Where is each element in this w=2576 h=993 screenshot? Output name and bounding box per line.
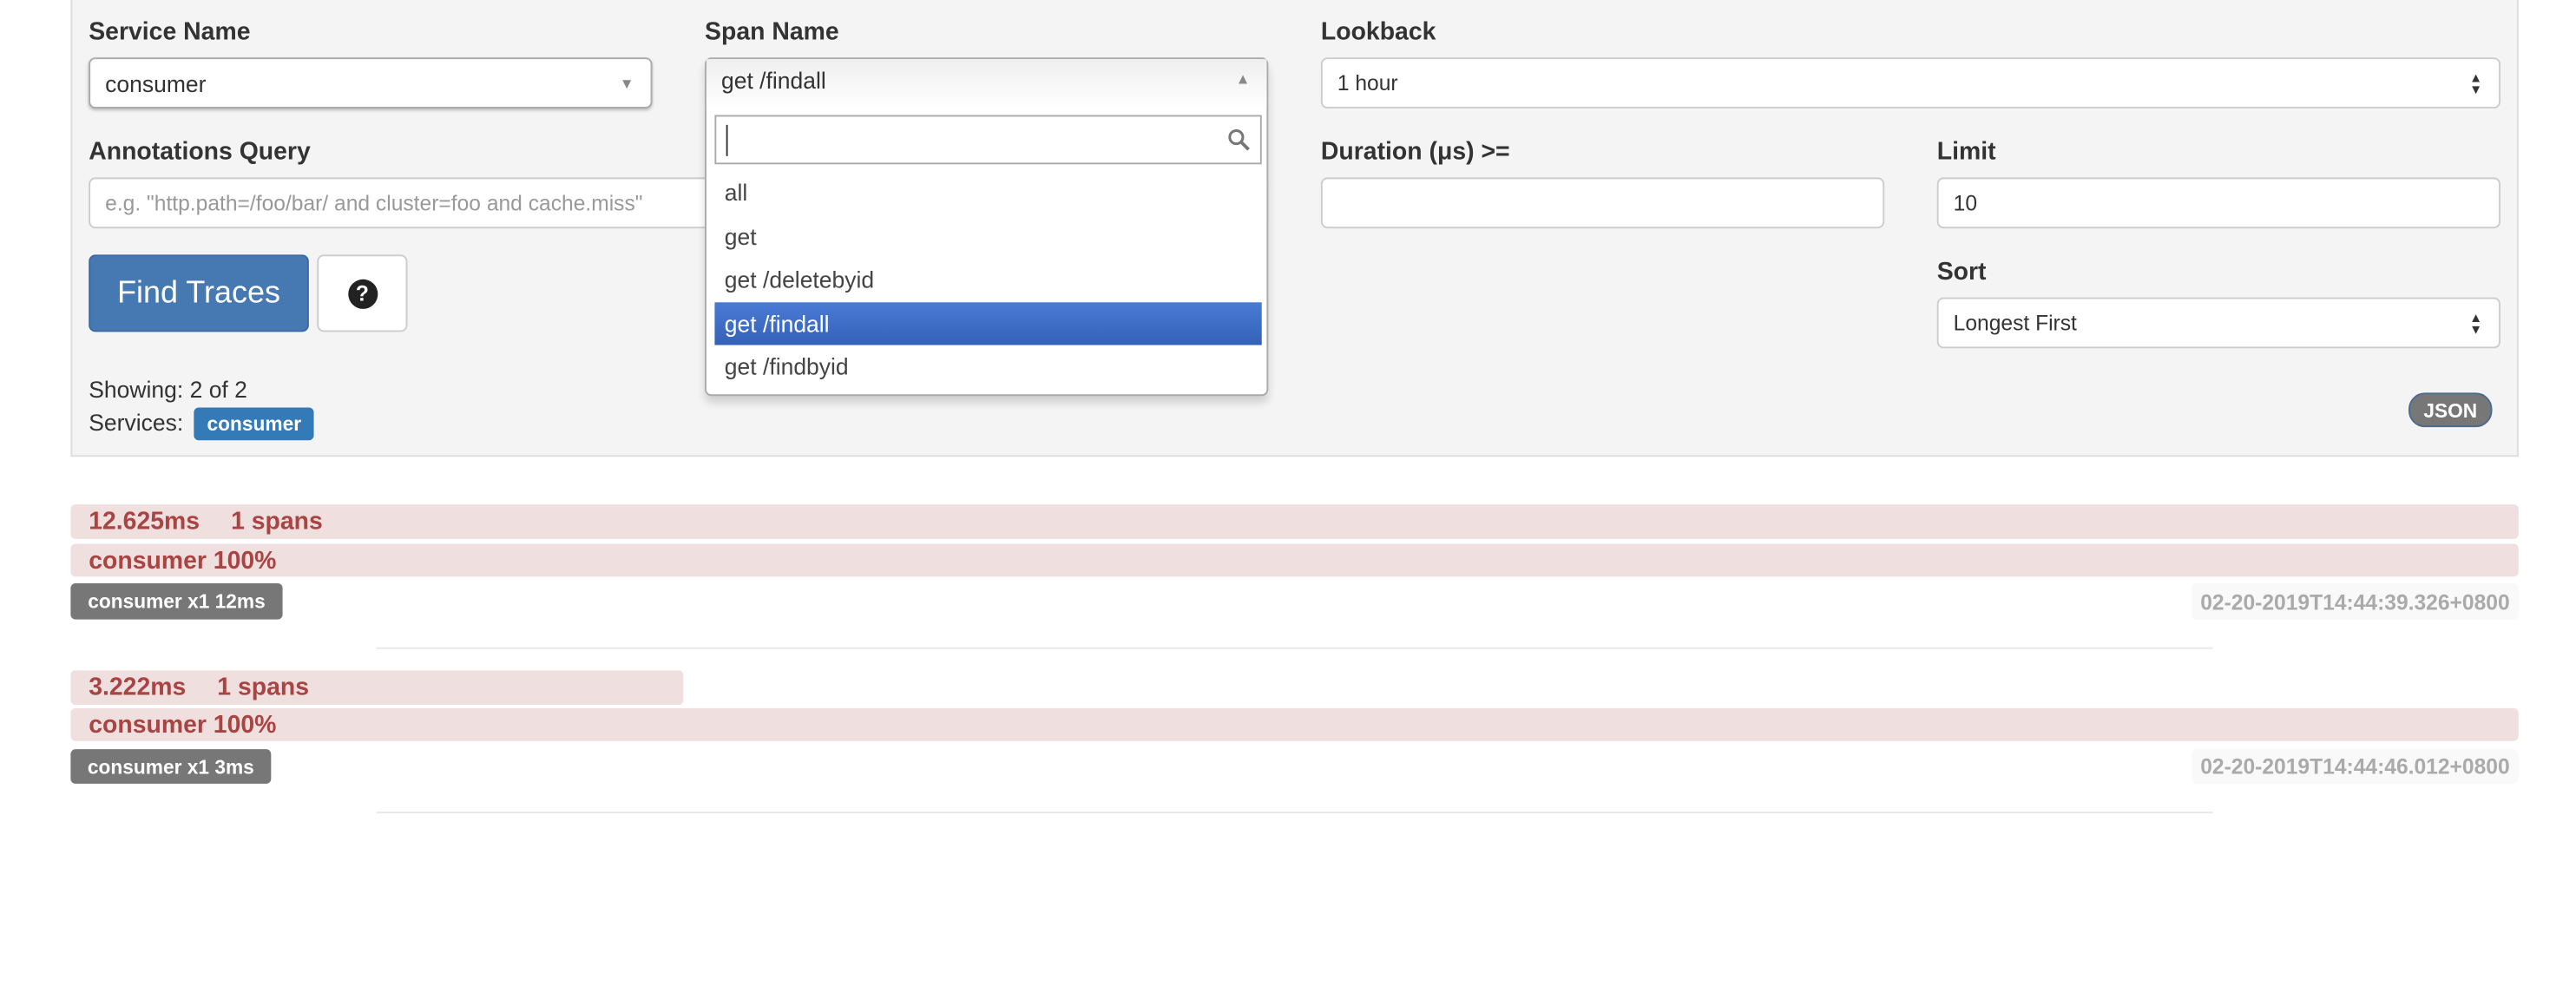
service-name-select[interactable]: consumer ▼ bbox=[89, 57, 653, 109]
divider bbox=[376, 812, 2213, 813]
span-search-input[interactable] bbox=[714, 115, 1262, 165]
trace-item[interactable]: 3.222ms 1 spans consumer 100% consumer x… bbox=[70, 670, 2519, 815]
span-name-value: get /findall bbox=[720, 67, 826, 94]
limit-value: 10 bbox=[1953, 190, 1978, 215]
search-icon bbox=[1228, 128, 1250, 151]
divider bbox=[376, 647, 2213, 649]
duration-label: Duration (μs) >= bbox=[1320, 138, 1510, 167]
lookback-label: Lookback bbox=[1320, 17, 1436, 47]
span-option-get-deletebyid[interactable]: get /deletebyid bbox=[714, 258, 1261, 300]
json-button[interactable]: JSON bbox=[2408, 392, 2493, 428]
trace-duration-bar: 12.625ms 1 spans bbox=[70, 504, 2519, 539]
span-option-all[interactable]: all bbox=[714, 171, 1261, 214]
annotations-query-placeholder: e.g. "http.path=/foo/bar/ and cluster=fo… bbox=[105, 190, 643, 215]
annotations-query-label: Annotations Query bbox=[89, 138, 311, 167]
chevron-up-icon: ▲ bbox=[1235, 70, 1251, 88]
trace-span-count: 1 spans bbox=[231, 507, 323, 536]
trace-timestamp: 02-20-2019T14:44:39.326+0800 bbox=[2192, 582, 2519, 620]
trace-timestamp: 02-20-2019T14:44:46.012+0800 bbox=[2192, 749, 2519, 784]
service-duration-badge: consumer x1 12ms bbox=[70, 582, 283, 620]
services-label: Services: bbox=[89, 409, 184, 436]
help-button[interactable]: ? bbox=[317, 254, 408, 332]
trace-item[interactable]: 12.625ms 1 spans consumer 100% consumer … bbox=[70, 504, 2519, 649]
trace-duration-bar: 3.222ms 1 spans bbox=[70, 670, 684, 706]
sort-value: Longest First bbox=[1953, 310, 2077, 336]
span-option-get-findbyid[interactable]: get /findbyid bbox=[714, 345, 1261, 388]
updown-arrow-icon: ▲ ▼ bbox=[2469, 309, 2483, 337]
zipkin-search-page: Service Name consumer ▼ Span Name Lookba… bbox=[0, 0, 2576, 992]
service-percentage-bar: consumer 100% bbox=[70, 707, 2519, 741]
sort-select[interactable]: Longest First ▲ ▼ bbox=[1936, 297, 2500, 349]
span-name-dropdown: get /findall ▲ all get get /deletebyid g… bbox=[705, 57, 1269, 397]
chevron-down-icon: ▼ bbox=[619, 75, 634, 92]
span-option-get[interactable]: get bbox=[714, 215, 1261, 258]
question-circle-icon: ? bbox=[347, 278, 378, 308]
showing-count: Showing: 2 of 2 bbox=[89, 376, 247, 403]
span-option-get-findall[interactable]: get /findall bbox=[714, 302, 1262, 345]
trace-duration: 3.222ms bbox=[89, 674, 187, 702]
lookback-select[interactable]: 1 hour ▲ ▼ bbox=[1320, 57, 2500, 109]
lookback-value: 1 hour bbox=[1337, 70, 1398, 95]
trace-span-count: 1 spans bbox=[217, 674, 310, 702]
span-name-select[interactable]: get /findall ▲ bbox=[706, 59, 1267, 109]
updown-arrow-icon: ▲ ▼ bbox=[2469, 69, 2483, 96]
trace-duration: 12.625ms bbox=[89, 507, 200, 536]
service-name-value: consumer bbox=[105, 69, 207, 96]
limit-label: Limit bbox=[1936, 138, 1996, 167]
service-badge[interactable]: consumer bbox=[194, 407, 315, 441]
service-name-label: Service Name bbox=[89, 17, 251, 47]
sort-label: Sort bbox=[1936, 258, 1987, 286]
duration-input[interactable] bbox=[1320, 177, 1885, 229]
span-name-label: Span Name bbox=[705, 17, 839, 47]
service-percentage-bar: consumer 100% bbox=[70, 543, 2519, 577]
service-duration-badge: consumer x1 3ms bbox=[70, 749, 272, 784]
limit-input[interactable]: 10 bbox=[1936, 177, 2500, 229]
text-cursor bbox=[726, 124, 728, 156]
find-traces-button[interactable]: Find Traces bbox=[89, 254, 309, 332]
